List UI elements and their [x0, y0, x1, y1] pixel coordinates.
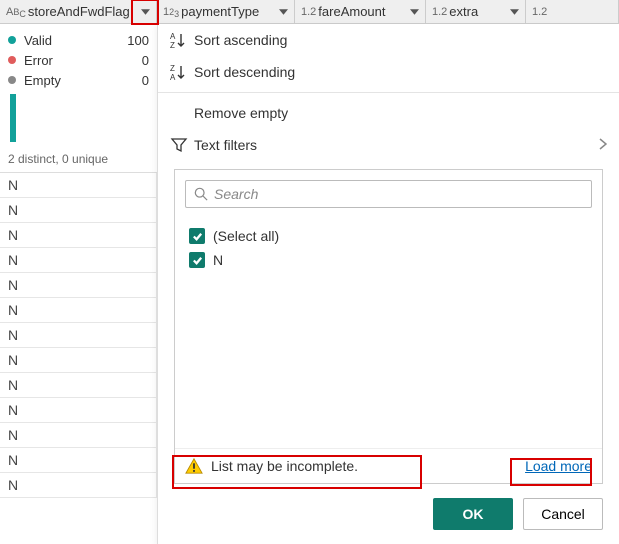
type-icon-decimal: 1.2: [301, 6, 316, 18]
filter-value-select-all[interactable]: (Select all): [189, 224, 588, 248]
filter-values-list: (Select all) N: [175, 218, 602, 448]
table-cell[interactable]: N: [0, 348, 157, 373]
ok-button[interactable]: OK: [433, 498, 513, 530]
table-cell[interactable]: N: [0, 298, 157, 323]
svg-text:Z: Z: [170, 41, 175, 49]
column-name: paymentType: [181, 4, 259, 19]
table-cell[interactable]: N: [0, 173, 157, 198]
warning-icon: [185, 457, 203, 475]
svg-text:Z: Z: [170, 64, 175, 73]
type-icon-text: ABC: [6, 6, 26, 18]
svg-text:A: A: [170, 73, 176, 81]
table-cell[interactable]: N: [0, 398, 157, 423]
column-name: fareAmount: [318, 4, 385, 19]
type-icon-decimal: 1.2: [432, 6, 447, 18]
quality-bar: [10, 94, 16, 142]
cancel-button[interactable]: Cancel: [523, 498, 603, 530]
svg-text:A: A: [170, 32, 176, 41]
menu-label: Text filters: [194, 137, 257, 153]
table-cell[interactable]: N: [0, 198, 157, 223]
menu-label: Sort descending: [194, 64, 295, 80]
filter-popup: AZ Sort ascending ZA Sort descending Rem…: [157, 24, 619, 544]
table-cell[interactable]: N: [0, 248, 157, 273]
table-cell[interactable]: N: [0, 473, 157, 498]
checkbox-checked-icon[interactable]: [189, 252, 205, 268]
incomplete-message: List may be incomplete.: [211, 458, 358, 474]
table-cell[interactable]: N: [0, 373, 157, 398]
menu-label: Remove empty: [194, 105, 288, 121]
column-header-extra[interactable]: 1.2 extra: [426, 0, 526, 23]
filter-values-body: (Select all) N List may be incomplete. L…: [174, 169, 603, 484]
column-header-paymentType[interactable]: 123 paymentType: [157, 0, 295, 23]
stat-valid: Valid 100: [8, 30, 149, 50]
type-icon-decimal: 1.2: [532, 6, 547, 18]
column-filter-dropdown[interactable]: [276, 5, 290, 19]
table-cell[interactable]: N: [0, 448, 157, 473]
sort-ascending[interactable]: AZ Sort ascending: [158, 24, 619, 56]
load-more-link[interactable]: Load more: [525, 458, 592, 474]
column-header-storeAndFwdFlag[interactable]: ABC storeAndFwdFlag: [0, 0, 157, 23]
column-header-row: ABC storeAndFwdFlag 123 paymentType 1.2 …: [0, 0, 619, 24]
sort-desc-icon: ZA: [170, 63, 194, 81]
type-icon-number: 123: [163, 6, 179, 18]
column-name: extra: [449, 4, 478, 19]
value-label: N: [213, 252, 223, 268]
table-cell[interactable]: N: [0, 323, 157, 348]
dot-valid-icon: [8, 36, 16, 44]
sort-asc-icon: AZ: [170, 31, 194, 49]
table-cell[interactable]: N: [0, 273, 157, 298]
menu-separator: [158, 92, 619, 93]
table-cell[interactable]: N: [0, 423, 157, 448]
text-filters[interactable]: Text filters: [158, 129, 619, 161]
table-cell[interactable]: N: [0, 223, 157, 248]
filter-value-item[interactable]: N: [189, 248, 588, 272]
checkbox-checked-icon[interactable]: [189, 228, 205, 244]
search-input[interactable]: [214, 186, 583, 202]
search-input-wrap[interactable]: [185, 180, 592, 208]
sort-descending[interactable]: ZA Sort descending: [158, 56, 619, 88]
stat-empty: Empty 0: [8, 70, 149, 90]
menu-label: Sort ascending: [194, 32, 287, 48]
column-filter-dropdown[interactable]: [138, 5, 152, 19]
search-icon: [194, 187, 208, 201]
column-header-fareAmount[interactable]: 1.2 fareAmount: [295, 0, 426, 23]
dot-error-icon: [8, 56, 16, 64]
stat-error: Error 0: [8, 50, 149, 70]
distinct-summary: 2 distinct, 0 unique: [8, 148, 149, 170]
column-filter-dropdown[interactable]: [507, 5, 521, 19]
column-name: storeAndFwdFlag: [28, 4, 130, 19]
value-label: (Select all): [213, 228, 279, 244]
remove-empty[interactable]: Remove empty: [158, 97, 619, 129]
column-stats: Valid 100 Error 0 Empty 0 2 distinct, 0 …: [0, 24, 157, 172]
dot-empty-icon: [8, 76, 16, 84]
incomplete-warning-row: List may be incomplete. Load more: [175, 448, 602, 483]
column-filter-dropdown[interactable]: [407, 5, 421, 19]
chevron-right-icon: [599, 137, 607, 153]
column-header-partial[interactable]: 1.2: [526, 0, 619, 23]
filter-icon: [170, 136, 194, 154]
dialog-buttons: OK Cancel: [158, 488, 619, 544]
